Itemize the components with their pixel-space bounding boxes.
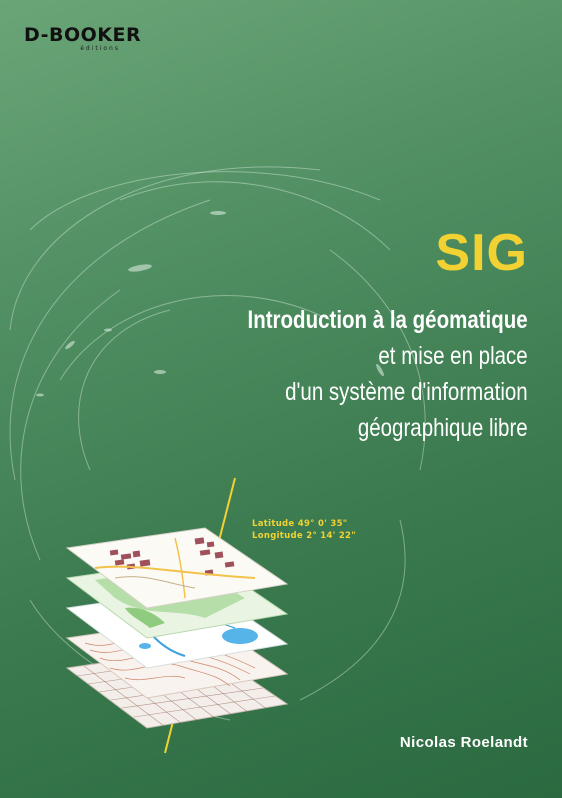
publisher-logo-subtext: éditions — [80, 45, 120, 52]
subtitle-line-2: d'un système d'information — [285, 378, 528, 406]
book-subtitle: Introduction à la géomatique et mise en … — [186, 302, 528, 446]
subtitle-line-1: et mise en place — [378, 342, 528, 370]
subtitle-bold-line: Introduction à la géomatique — [247, 306, 528, 334]
book-title: SIG — [435, 224, 528, 282]
gis-layers-illustration — [65, 478, 289, 754]
publisher-logo-text: D-BOOKER — [24, 24, 142, 46]
publisher-logo: D-BOOKER éditions — [24, 24, 142, 52]
subtitle-line-3: géographique libre — [358, 414, 528, 442]
book-cover: D-BOOKER éditions SIG Introduction à la … — [0, 0, 562, 798]
book-author: Nicolas Roelandt — [399, 734, 528, 751]
